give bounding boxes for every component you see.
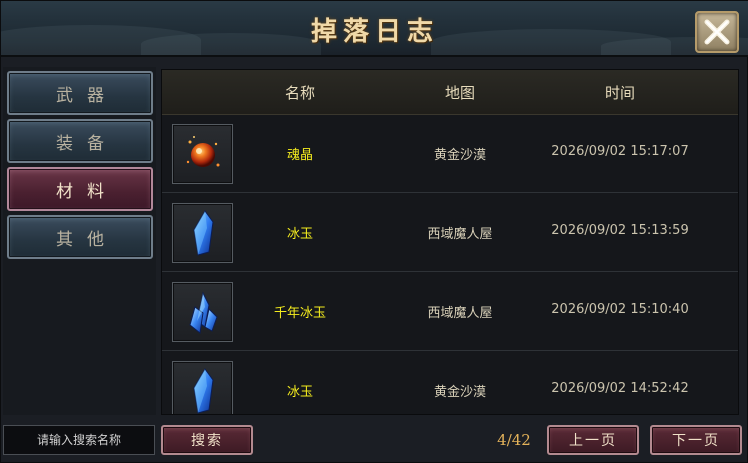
item-slot[interactable] xyxy=(172,124,233,184)
header-time: 时间 xyxy=(604,84,636,102)
table-row[interactable]: 魂晶 黄金沙漠 2026/09/02 15:17:07 xyxy=(162,114,738,193)
millennium-ice-jade-icon xyxy=(188,291,218,334)
header-name: 名称 xyxy=(284,84,316,102)
item-map: 黄金沙漠 xyxy=(433,148,487,163)
item-name: 魂晶 xyxy=(286,148,314,163)
item-slot[interactable] xyxy=(172,203,233,263)
item-time: 2026/09/02 15:13:59 xyxy=(551,223,689,238)
item-time: 2026/09/02 15:10:40 xyxy=(551,302,689,317)
drop-log-table: 名称 地图 时间 魂晶 黄金沙漠 2026/09/02 15:17:07 冰玉 … xyxy=(161,69,739,415)
table-header: 名称 地图 时间 xyxy=(162,70,738,115)
table-row[interactable]: 千年冰玉 西域魔人屋 2026/09/02 15:10:40 xyxy=(162,272,738,351)
close-button[interactable] xyxy=(695,11,739,53)
table-row[interactable]: 冰玉 黄金沙漠 2026/09/02 14:52:42 xyxy=(162,351,738,414)
item-name: 冰玉 xyxy=(286,385,314,400)
ice-jade-icon xyxy=(192,210,214,256)
ice-jade-icon xyxy=(192,368,214,414)
category-tab-weapons[interactable]: 武器 xyxy=(7,71,153,115)
category-sidebar: 武器 装备 材料 其他 xyxy=(3,67,156,415)
drop-log-window: 掉落日志 武器 装备 材料 其他 名称 地图 时间 魂晶 黄金沙漠 2026/0… xyxy=(0,0,748,463)
item-name: 千年冰玉 xyxy=(273,306,327,321)
page-indicator: 4/42 xyxy=(497,431,531,449)
category-tab-materials[interactable]: 材料 xyxy=(7,167,153,211)
soul-crystal-icon xyxy=(186,136,219,167)
window-title: 掉落日志 xyxy=(310,17,439,47)
item-map: 西域魔人屋 xyxy=(427,306,493,321)
item-slot[interactable] xyxy=(172,282,233,342)
item-map: 西域魔人屋 xyxy=(427,227,493,242)
item-time: 2026/09/02 14:52:42 xyxy=(551,381,689,396)
item-time: 2026/09/02 15:17:07 xyxy=(551,144,689,159)
search-button[interactable]: 搜索 xyxy=(161,425,253,455)
next-page-button[interactable]: 下一页 xyxy=(650,425,742,455)
title-bar: 掉落日志 xyxy=(1,1,748,57)
table-row[interactable]: 冰玉 西域魔人屋 2026/09/02 15:13:59 xyxy=(162,193,738,272)
category-tab-other[interactable]: 其他 xyxy=(7,215,153,259)
prev-page-button[interactable]: 上一页 xyxy=(547,425,639,455)
search-input[interactable] xyxy=(3,425,155,455)
close-icon xyxy=(704,19,730,45)
item-name: 冰玉 xyxy=(286,227,314,242)
header-map: 地图 xyxy=(444,84,476,102)
item-slot[interactable] xyxy=(172,361,233,414)
item-map: 黄金沙漠 xyxy=(433,385,487,400)
category-tab-equipment[interactable]: 装备 xyxy=(7,119,153,163)
